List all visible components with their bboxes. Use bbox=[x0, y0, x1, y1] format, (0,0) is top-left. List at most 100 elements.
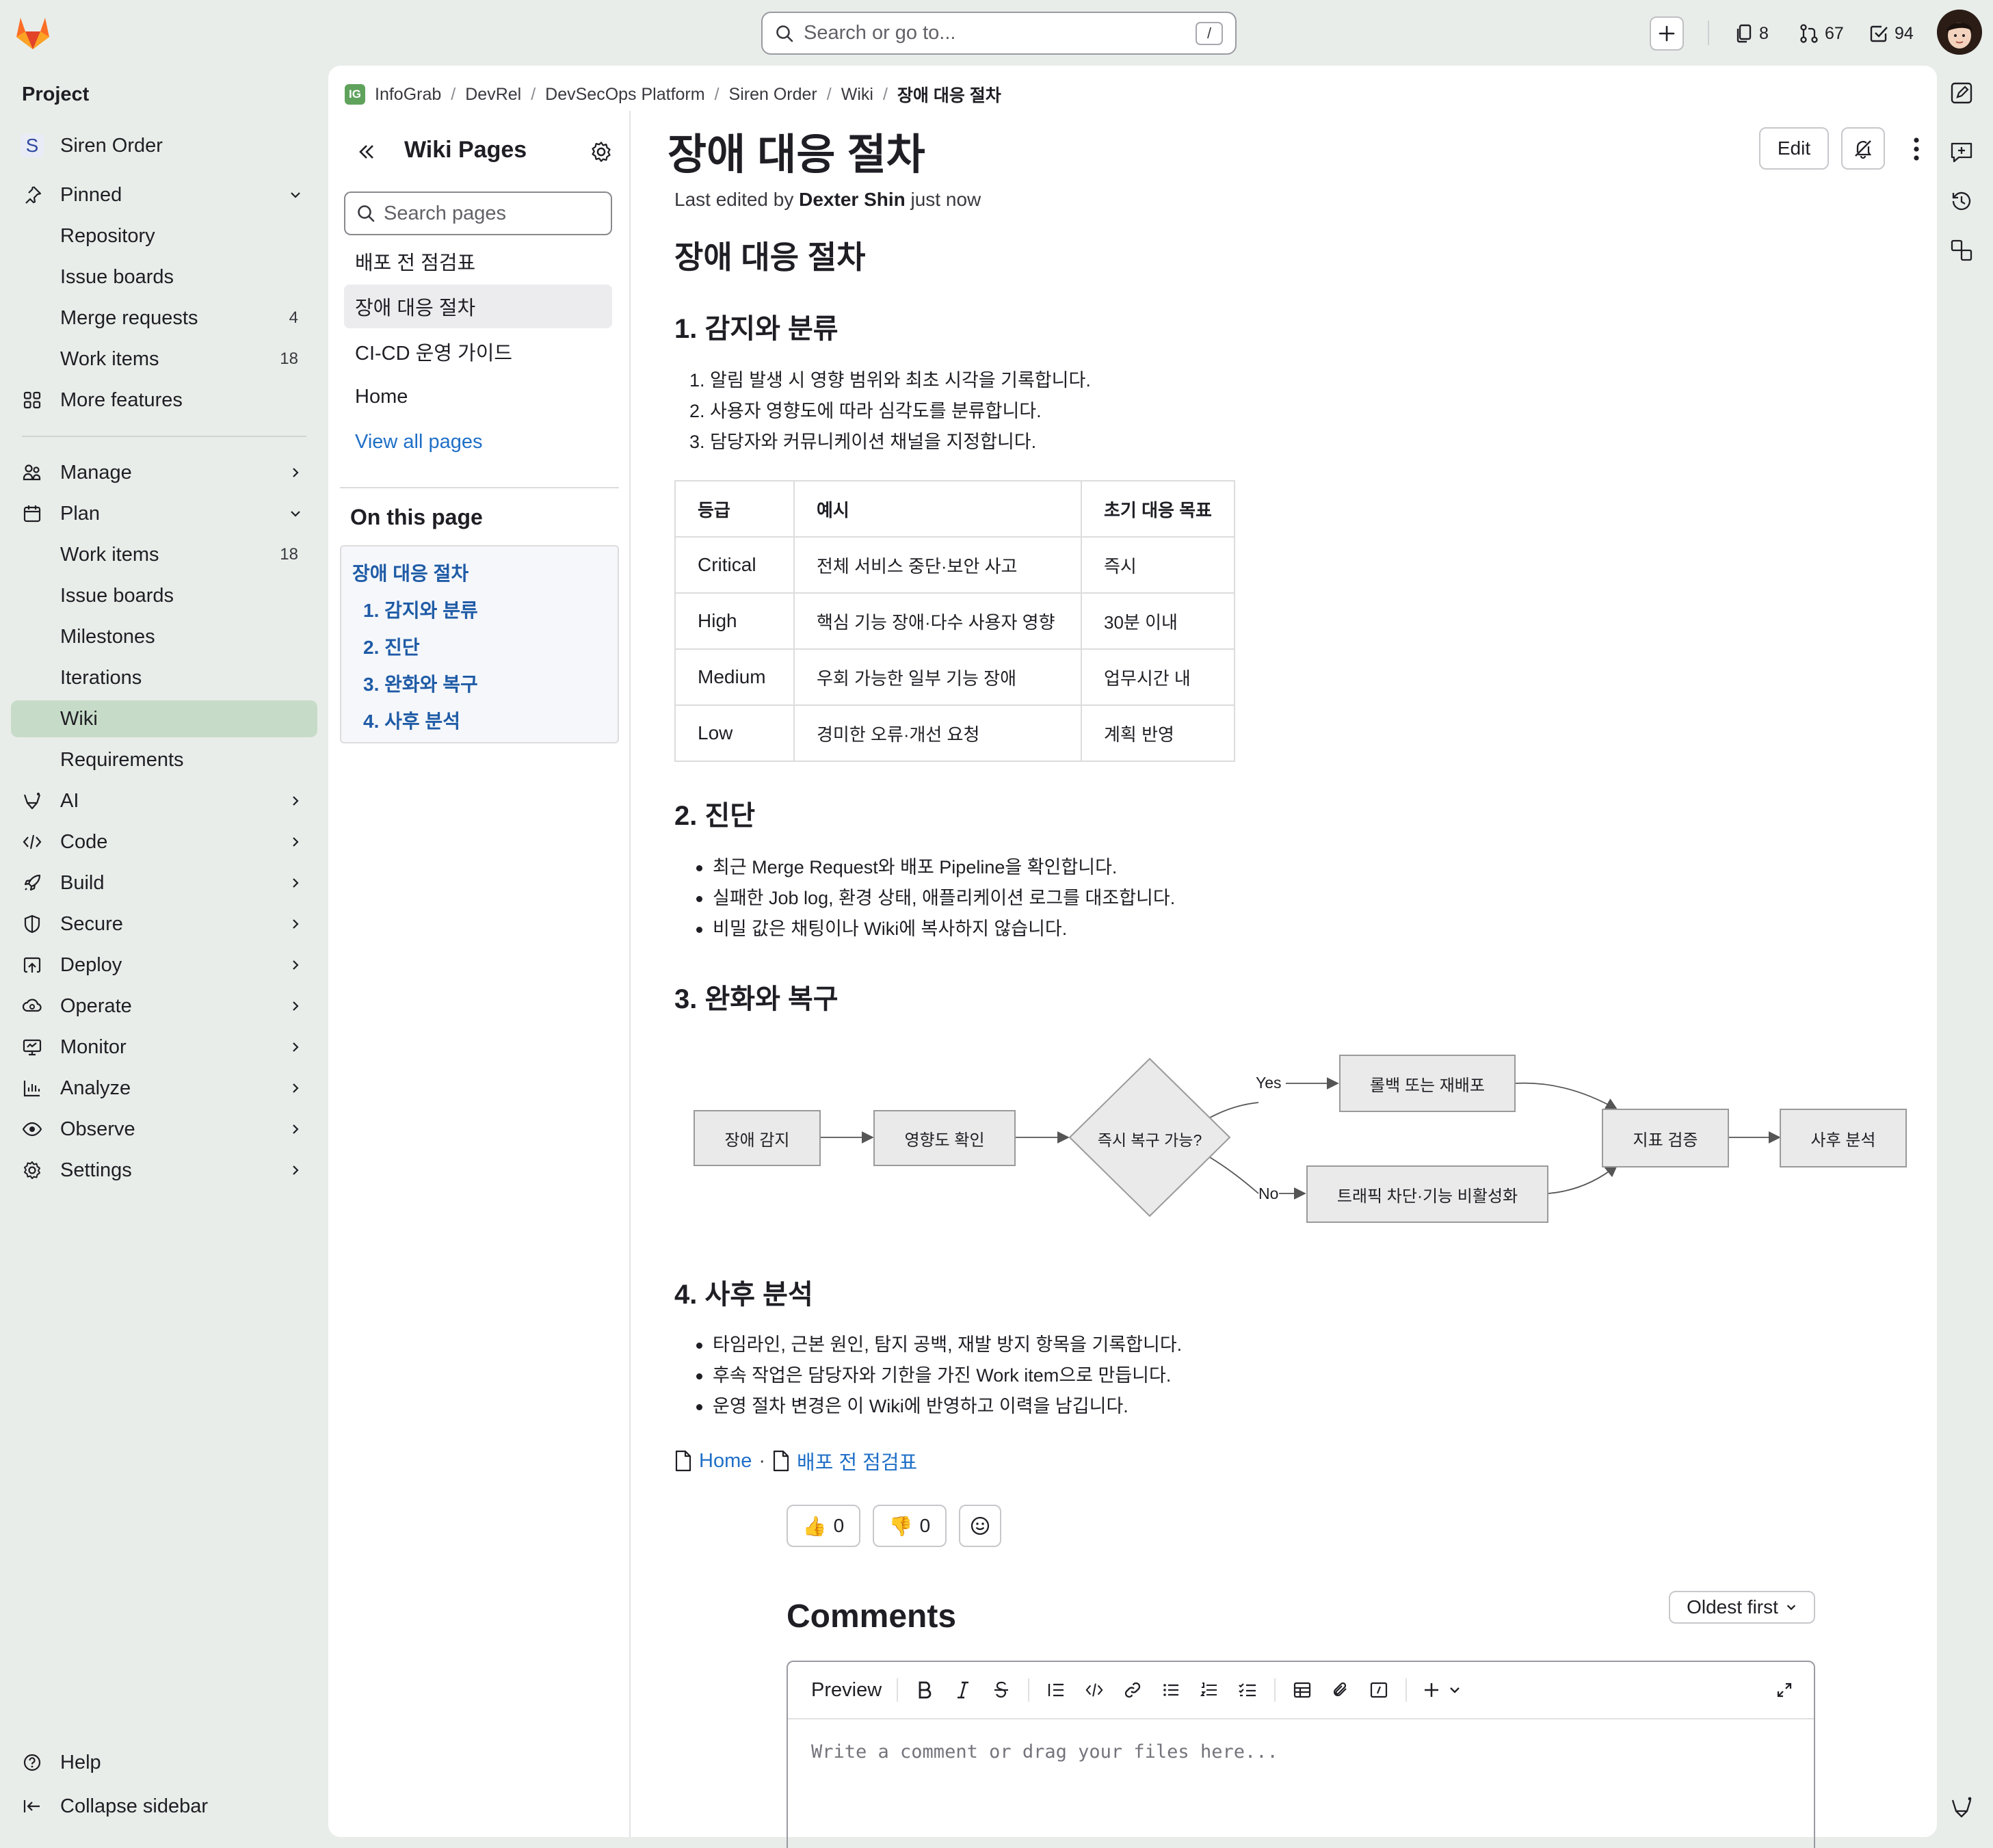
wiki-page-item[interactable]: Home bbox=[344, 375, 612, 419]
flow-edge-label: No bbox=[1258, 1185, 1279, 1202]
task-list-icon[interactable] bbox=[1236, 1678, 1259, 1702]
sidebar-group-observe[interactable]: Observe bbox=[11, 1111, 317, 1148]
breadcrumb-item[interactable]: Wiki bbox=[841, 85, 873, 105]
wiki-sidebar-divider bbox=[340, 487, 619, 488]
edit-button[interactable]: Edit bbox=[1759, 127, 1829, 170]
expand-editor-icon[interactable] bbox=[1773, 1678, 1796, 1702]
toc-link[interactable]: 4. 사후 분석 bbox=[363, 707, 460, 734]
merge-requests-counter[interactable]: 67 bbox=[1799, 16, 1844, 51]
sidebar-group-settings[interactable]: Settings bbox=[11, 1152, 317, 1189]
topbar-divider bbox=[1708, 21, 1709, 45]
flow-node: 지표 검증 bbox=[1602, 1109, 1729, 1167]
bullet-list-icon[interactable] bbox=[1159, 1678, 1183, 1702]
code-icon[interactable] bbox=[1083, 1678, 1106, 1702]
page-title: 장애 대응 절차 bbox=[668, 131, 925, 179]
sidebar-group-monitor[interactable]: Monitor bbox=[11, 1029, 317, 1066]
sidebar-group-analyze[interactable]: Analyze bbox=[11, 1070, 317, 1107]
sidebar-group-ai[interactable]: AI bbox=[11, 782, 317, 819]
gitlab-logo-icon[interactable] bbox=[14, 15, 52, 51]
sidebar-project[interactable]: S Siren Order bbox=[11, 127, 317, 164]
breadcrumb-item[interactable]: Siren Order bbox=[729, 85, 817, 105]
italic-icon[interactable] bbox=[951, 1678, 975, 1702]
rail-comment-button[interactable] bbox=[1944, 134, 1979, 170]
wiki-search-input[interactable]: Search pages bbox=[344, 192, 612, 235]
wiki-page-item[interactable]: 배포 전 점검표 bbox=[344, 239, 612, 283]
toc-link[interactable]: 장애 대응 절차 bbox=[352, 559, 468, 586]
breadcrumb-item[interactable]: DevRel bbox=[465, 85, 521, 105]
view-all-pages-link[interactable]: View all pages bbox=[344, 420, 612, 464]
table-cell: 우회 가능한 일부 기능 장애 bbox=[793, 648, 1082, 706]
sidebar-collapse-button[interactable]: Collapse sidebar bbox=[11, 1788, 317, 1825]
rail-duo-button[interactable] bbox=[1944, 1789, 1979, 1825]
sidebar-plan-item-issue-boards[interactable]: Issue boards bbox=[11, 577, 317, 614]
wiki-page-item[interactable]: CI-CD 운영 가이드 bbox=[344, 330, 612, 373]
preview-tab[interactable]: Preview bbox=[811, 1679, 882, 1702]
eye-icon bbox=[21, 1118, 44, 1141]
user-avatar[interactable] bbox=[1937, 10, 1982, 55]
comment-editor[interactable]: Preview Write a comment or drag your fil… bbox=[787, 1661, 1815, 1848]
link-icon[interactable] bbox=[1121, 1678, 1144, 1702]
rail-compare-button[interactable] bbox=[1944, 233, 1979, 268]
sidebar-group-deploy[interactable]: Deploy bbox=[11, 947, 317, 984]
numbered-list-icon[interactable] bbox=[1198, 1678, 1221, 1702]
sidebar-group-code[interactable]: Code bbox=[11, 823, 317, 860]
more-actions-button[interactable] bbox=[1903, 133, 1930, 166]
sidebar-pinned-item-work-items[interactable]: Work items 18 bbox=[11, 341, 317, 378]
chevron-down-icon bbox=[1786, 1605, 1796, 1611]
sidebar-pinned-item-issue-boards[interactable]: Issue boards bbox=[11, 259, 317, 295]
thumbs-down-reaction-button[interactable]: 👎 0 bbox=[873, 1505, 947, 1547]
table-header: 등급 bbox=[674, 480, 795, 538]
sidebar-pinned-item-repository[interactable]: Repository bbox=[11, 217, 317, 254]
sidebar-pinned-toggle[interactable]: Pinned bbox=[11, 176, 317, 213]
notifications-toggle-button[interactable] bbox=[1841, 127, 1885, 170]
thumbs-up-reaction-button[interactable]: 👍 0 bbox=[787, 1505, 860, 1547]
sidebar-plan-item-iterations[interactable]: Iterations bbox=[11, 659, 317, 696]
page-link-home[interactable]: Home bbox=[699, 1450, 752, 1473]
table-row: Medium 우회 가능한 일부 기능 장애 업무시간 내 bbox=[674, 648, 1235, 706]
sidebar-group-secure[interactable]: Secure bbox=[11, 906, 317, 942]
add-reaction-button[interactable] bbox=[959, 1505, 1001, 1547]
breadcrumb-item[interactable]: DevSecOps Platform bbox=[545, 85, 704, 105]
wiki-settings-button[interactable] bbox=[590, 140, 613, 163]
sidebar-group-operate[interactable]: Operate bbox=[11, 988, 317, 1025]
breadcrumb-item[interactable]: InfoGrab bbox=[375, 85, 441, 105]
rail-edit-button[interactable] bbox=[1944, 75, 1979, 111]
collapse-wiki-sidebar-button[interactable] bbox=[354, 140, 378, 163]
toc-link[interactable]: 2. 진단 bbox=[363, 633, 420, 660]
sidebar-help[interactable]: Help bbox=[11, 1744, 317, 1781]
create-new-button[interactable] bbox=[1650, 16, 1684, 51]
table-icon[interactable] bbox=[1291, 1678, 1314, 1702]
sidebar-plan-item-work-items[interactable]: Work items 18 bbox=[11, 536, 317, 573]
sidebar-plan-item-milestones[interactable]: Milestones bbox=[11, 618, 317, 655]
table-cell: 핵심 기능 장애·다수 사용자 영향 bbox=[793, 592, 1082, 650]
table-header: 초기 대응 목표 bbox=[1081, 480, 1235, 538]
author-link[interactable]: Dexter Shin bbox=[799, 189, 906, 210]
page-link-checklist[interactable]: 배포 전 점검표 bbox=[797, 1447, 917, 1475]
list-item: 2. 사용자 영향도에 따라 심각도를 분류합니다. bbox=[689, 401, 1042, 421]
table-row: High 핵심 기능 장애·다수 사용자 영향 30분 이내 bbox=[674, 592, 1235, 650]
sidebar-more-features[interactable]: More features bbox=[11, 382, 317, 419]
strikethrough-icon[interactable] bbox=[990, 1678, 1013, 1702]
sidebar-group-build[interactable]: Build bbox=[11, 864, 317, 901]
todos-counter[interactable]: 94 bbox=[1869, 16, 1914, 51]
wiki-page-item-active[interactable]: 장애 대응 절차 bbox=[344, 285, 612, 328]
sidebar-group-manage[interactable]: Manage bbox=[11, 454, 317, 491]
rail-history-button[interactable] bbox=[1944, 183, 1979, 219]
sidebar-plan-item-wiki[interactable]: Wiki bbox=[11, 700, 317, 737]
comments-title: Comments bbox=[787, 1598, 957, 1635]
sidebar-plan-item-requirements[interactable]: Requirements bbox=[11, 741, 317, 778]
related-page-links: Home · 배포 전 점검표 bbox=[674, 1447, 917, 1475]
comments-sort-dropdown[interactable]: Oldest first bbox=[1669, 1591, 1815, 1624]
toc-link[interactable]: 1. 감지와 분류 bbox=[363, 596, 478, 623]
quote-icon[interactable] bbox=[1044, 1678, 1068, 1702]
on-this-page-title: On this page bbox=[350, 505, 483, 529]
issues-counter[interactable]: 8 bbox=[1734, 16, 1769, 51]
global-search-input[interactable]: Search or go to... / bbox=[761, 12, 1237, 55]
insert-more-icon[interactable] bbox=[1422, 1678, 1466, 1702]
slash-command-icon[interactable] bbox=[1367, 1678, 1390, 1702]
sidebar-pinned-item-merge-requests[interactable]: Merge requests 4 bbox=[11, 300, 317, 336]
bold-icon[interactable] bbox=[913, 1678, 936, 1702]
toc-link[interactable]: 3. 완화와 복구 bbox=[363, 670, 478, 697]
sidebar-group-plan[interactable]: Plan bbox=[11, 495, 317, 532]
attachment-icon[interactable] bbox=[1329, 1678, 1352, 1702]
